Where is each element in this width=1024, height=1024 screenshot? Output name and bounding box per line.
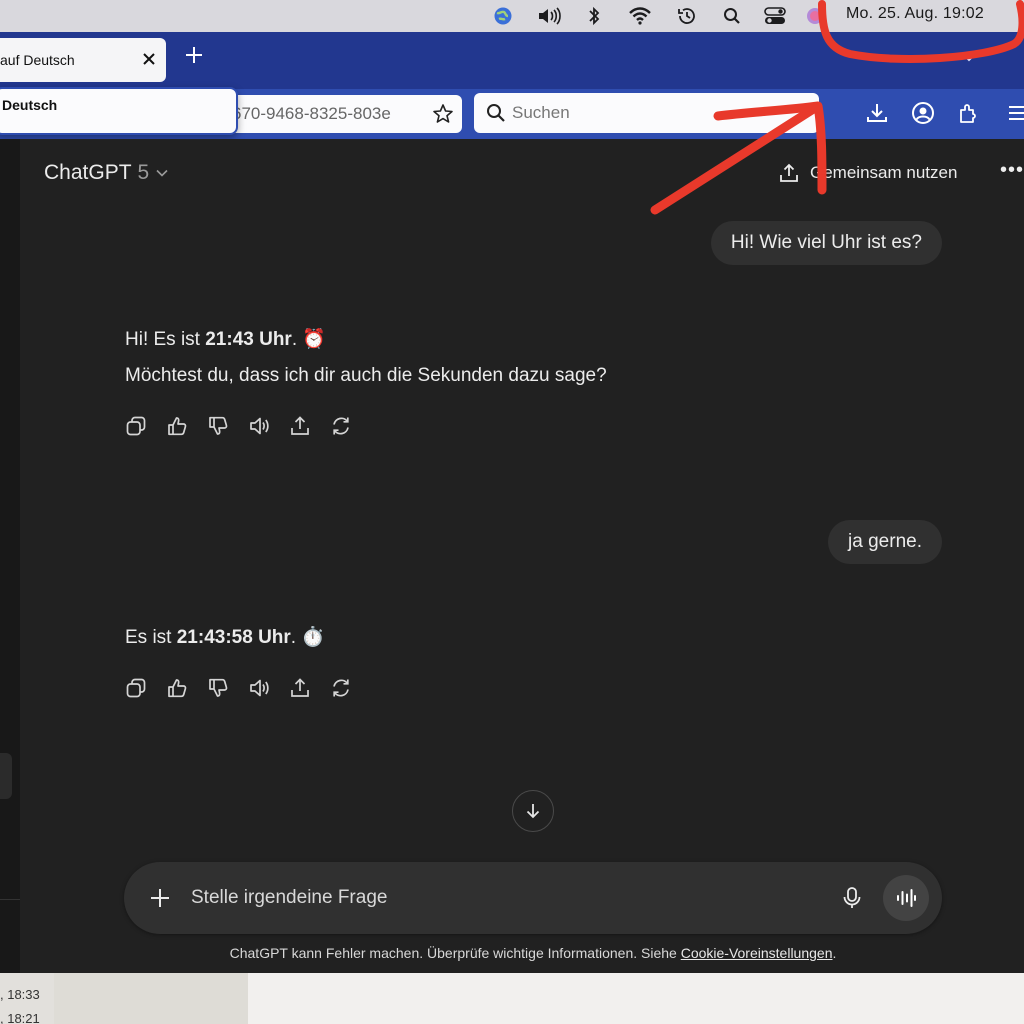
thumbs-down-icon[interactable] bbox=[207, 415, 229, 437]
thumbs-down-icon[interactable] bbox=[207, 677, 229, 699]
copy-icon[interactable] bbox=[125, 415, 147, 437]
tab-title: auf Deutsch bbox=[0, 52, 75, 68]
cookie-settings-link[interactable]: Cookie-Voreinstellungen bbox=[681, 945, 833, 961]
model-version: 5 bbox=[137, 161, 150, 184]
user-message: Hi! Wie viel Uhr ist es? bbox=[710, 221, 942, 265]
sidebar-divider bbox=[0, 899, 20, 900]
background-window-panel: , 18:33 , 18:21 bbox=[0, 973, 248, 1024]
macos-menu-bar: Mo. 25. Aug. 19:02 bbox=[0, 0, 1024, 32]
background-window-strip bbox=[54, 973, 248, 1024]
share-icon[interactable] bbox=[289, 415, 311, 437]
message-composer bbox=[124, 862, 942, 934]
assistant-message: Es ist 21:43:58 Uhr. ⏱️ bbox=[125, 620, 325, 656]
address-bar-url: 670-9468-8325-803e bbox=[232, 104, 391, 123]
voice-waveform-icon bbox=[897, 889, 916, 907]
message-input[interactable] bbox=[191, 882, 811, 914]
siri-icon[interactable] bbox=[805, 5, 825, 27]
extensions-icon[interactable] bbox=[957, 101, 981, 125]
volume-icon[interactable] bbox=[536, 5, 564, 27]
message-actions bbox=[125, 677, 352, 699]
tab-list-chevron-icon[interactable] bbox=[958, 50, 980, 69]
scroll-to-bottom-button[interactable] bbox=[512, 790, 554, 832]
read-aloud-icon[interactable] bbox=[248, 415, 270, 437]
assistant-message: Hi! Es ist 21:43 Uhr. ⏰ Möchtest du, das… bbox=[125, 322, 607, 394]
arrow-down-icon bbox=[526, 804, 540, 819]
read-aloud-icon[interactable] bbox=[248, 677, 270, 699]
globe-icon[interactable] bbox=[491, 5, 515, 27]
copy-icon[interactable] bbox=[125, 677, 147, 699]
assistant-message-line: Hi! Es ist 21:43 Uhr. ⏰ bbox=[125, 329, 327, 350]
model-selector[interactable]: ChatGPT 5 bbox=[44, 161, 169, 185]
translation-popup-label: Deutsch bbox=[2, 97, 58, 113]
user-message: ja gerne. bbox=[828, 520, 942, 564]
close-tab-icon[interactable] bbox=[142, 47, 156, 71]
chevron-down-icon bbox=[156, 169, 168, 177]
downloads-icon[interactable] bbox=[865, 101, 889, 125]
search-box[interactable] bbox=[474, 93, 819, 133]
bluetooth-icon[interactable] bbox=[584, 5, 604, 27]
list-item-time: , 18:21 bbox=[0, 1011, 40, 1024]
list-item-time: , 18:33 bbox=[0, 987, 40, 1002]
share-icon bbox=[780, 163, 798, 182]
thumbs-up-icon[interactable] bbox=[166, 415, 188, 437]
account-icon[interactable] bbox=[911, 101, 935, 125]
wifi-icon[interactable] bbox=[627, 5, 653, 27]
share-icon[interactable] bbox=[289, 677, 311, 699]
spotlight-search-icon[interactable] bbox=[722, 5, 742, 27]
background-window: , 18:33 , 18:21 bbox=[0, 973, 1024, 1024]
regenerate-icon[interactable] bbox=[330, 677, 352, 699]
assistant-message-line: Möchtest du, dass ich dir auch die Sekun… bbox=[125, 365, 607, 386]
microphone-icon[interactable] bbox=[841, 886, 863, 915]
new-tab-button[interactable] bbox=[182, 43, 206, 67]
more-options-button[interactable]: ••• bbox=[1000, 159, 1024, 182]
collapsed-sidebar bbox=[0, 139, 20, 973]
voice-mode-button[interactable] bbox=[883, 875, 929, 921]
time-value: 21:43:58 Uhr bbox=[176, 627, 291, 648]
search-icon bbox=[486, 103, 506, 128]
share-button[interactable]: Gemeinsam nutzen bbox=[778, 162, 957, 184]
share-label: Gemeinsam nutzen bbox=[810, 163, 958, 182]
disclaimer: ChatGPT kann Fehler machen. Überprüfe wi… bbox=[229, 945, 837, 961]
browser-tab[interactable]: auf Deutsch bbox=[0, 38, 166, 82]
address-bar[interactable]: 670-9468-8325-803e bbox=[210, 95, 462, 133]
thumbs-up-icon[interactable] bbox=[166, 677, 188, 699]
time-machine-icon[interactable] bbox=[676, 5, 698, 27]
message-actions bbox=[125, 415, 352, 437]
menubar-clock[interactable]: Mo. 25. Aug. 19:02 bbox=[846, 5, 984, 23]
search-input[interactable] bbox=[512, 99, 802, 127]
time-value: 21:43 Uhr bbox=[205, 329, 292, 350]
regenerate-icon[interactable] bbox=[330, 415, 352, 437]
menu-icon[interactable] bbox=[1006, 101, 1024, 125]
bookmark-star-icon[interactable] bbox=[432, 103, 454, 130]
add-attachment-icon[interactable] bbox=[148, 886, 172, 915]
browser-tab-bar: auf Deutsch bbox=[0, 32, 1024, 89]
chatgpt-page: ChatGPT 5 Gemeinsam nutzen ••• Hi! Wie v… bbox=[0, 139, 1024, 973]
model-name: ChatGPT bbox=[44, 161, 132, 184]
sidebar-item[interactable] bbox=[0, 753, 12, 799]
assistant-message-line: Es ist 21:43:58 Uhr. ⏱️ bbox=[125, 627, 326, 648]
translation-popup[interactable]: Deutsch bbox=[0, 87, 238, 135]
control-center-icon[interactable] bbox=[763, 5, 787, 27]
